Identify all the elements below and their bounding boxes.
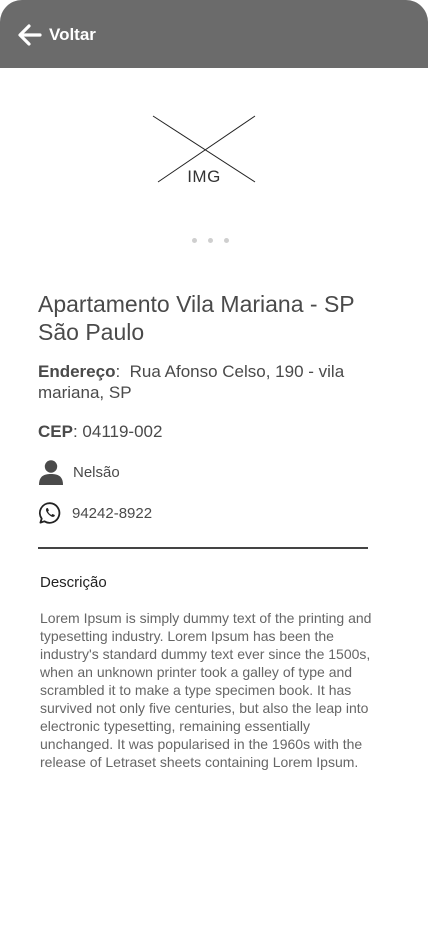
description-title: Descrição [40, 574, 107, 591]
carousel-dot[interactable] [224, 238, 229, 243]
listing-title-line1: Apartamento Vila Mariana - SP [38, 291, 355, 317]
cep-label: CEP [38, 422, 73, 441]
listing-title: Apartamento Vila Mariana - SP São Paulo [38, 290, 408, 346]
phone-number[interactable]: 94242-8922 [72, 505, 152, 522]
description-text: Lorem Ipsum is simply dummy text of the … [40, 610, 372, 770]
back-label: Voltar [49, 25, 96, 44]
whatsapp-icon [38, 501, 62, 525]
user-icon [38, 459, 64, 485]
owner-row: Nelsão [38, 459, 120, 485]
image-placeholder[interactable]: IMG [150, 113, 258, 186]
address-label: Endereço [38, 362, 116, 381]
listing-title-line2: São Paulo [38, 319, 145, 345]
cep-field: CEP: 04119-002 [38, 422, 163, 441]
phone-row[interactable]: 94242-8922 [38, 501, 152, 525]
back-button[interactable]: Voltar [18, 22, 96, 48]
cep-value: 04119-002 [82, 422, 163, 441]
section-divider [38, 547, 368, 549]
top-app-bar: Voltar [0, 0, 428, 68]
arrow-left-icon [18, 24, 42, 46]
carousel-dot[interactable] [192, 238, 197, 243]
address-field: Endereço: Rua Afonso Celso, 190 - vila m… [38, 362, 345, 402]
carousel-indicator[interactable] [192, 238, 229, 243]
owner-name: Nelsão [73, 463, 120, 481]
image-placeholder-label: IMG [187, 167, 221, 186]
carousel-dot[interactable] [208, 238, 213, 243]
